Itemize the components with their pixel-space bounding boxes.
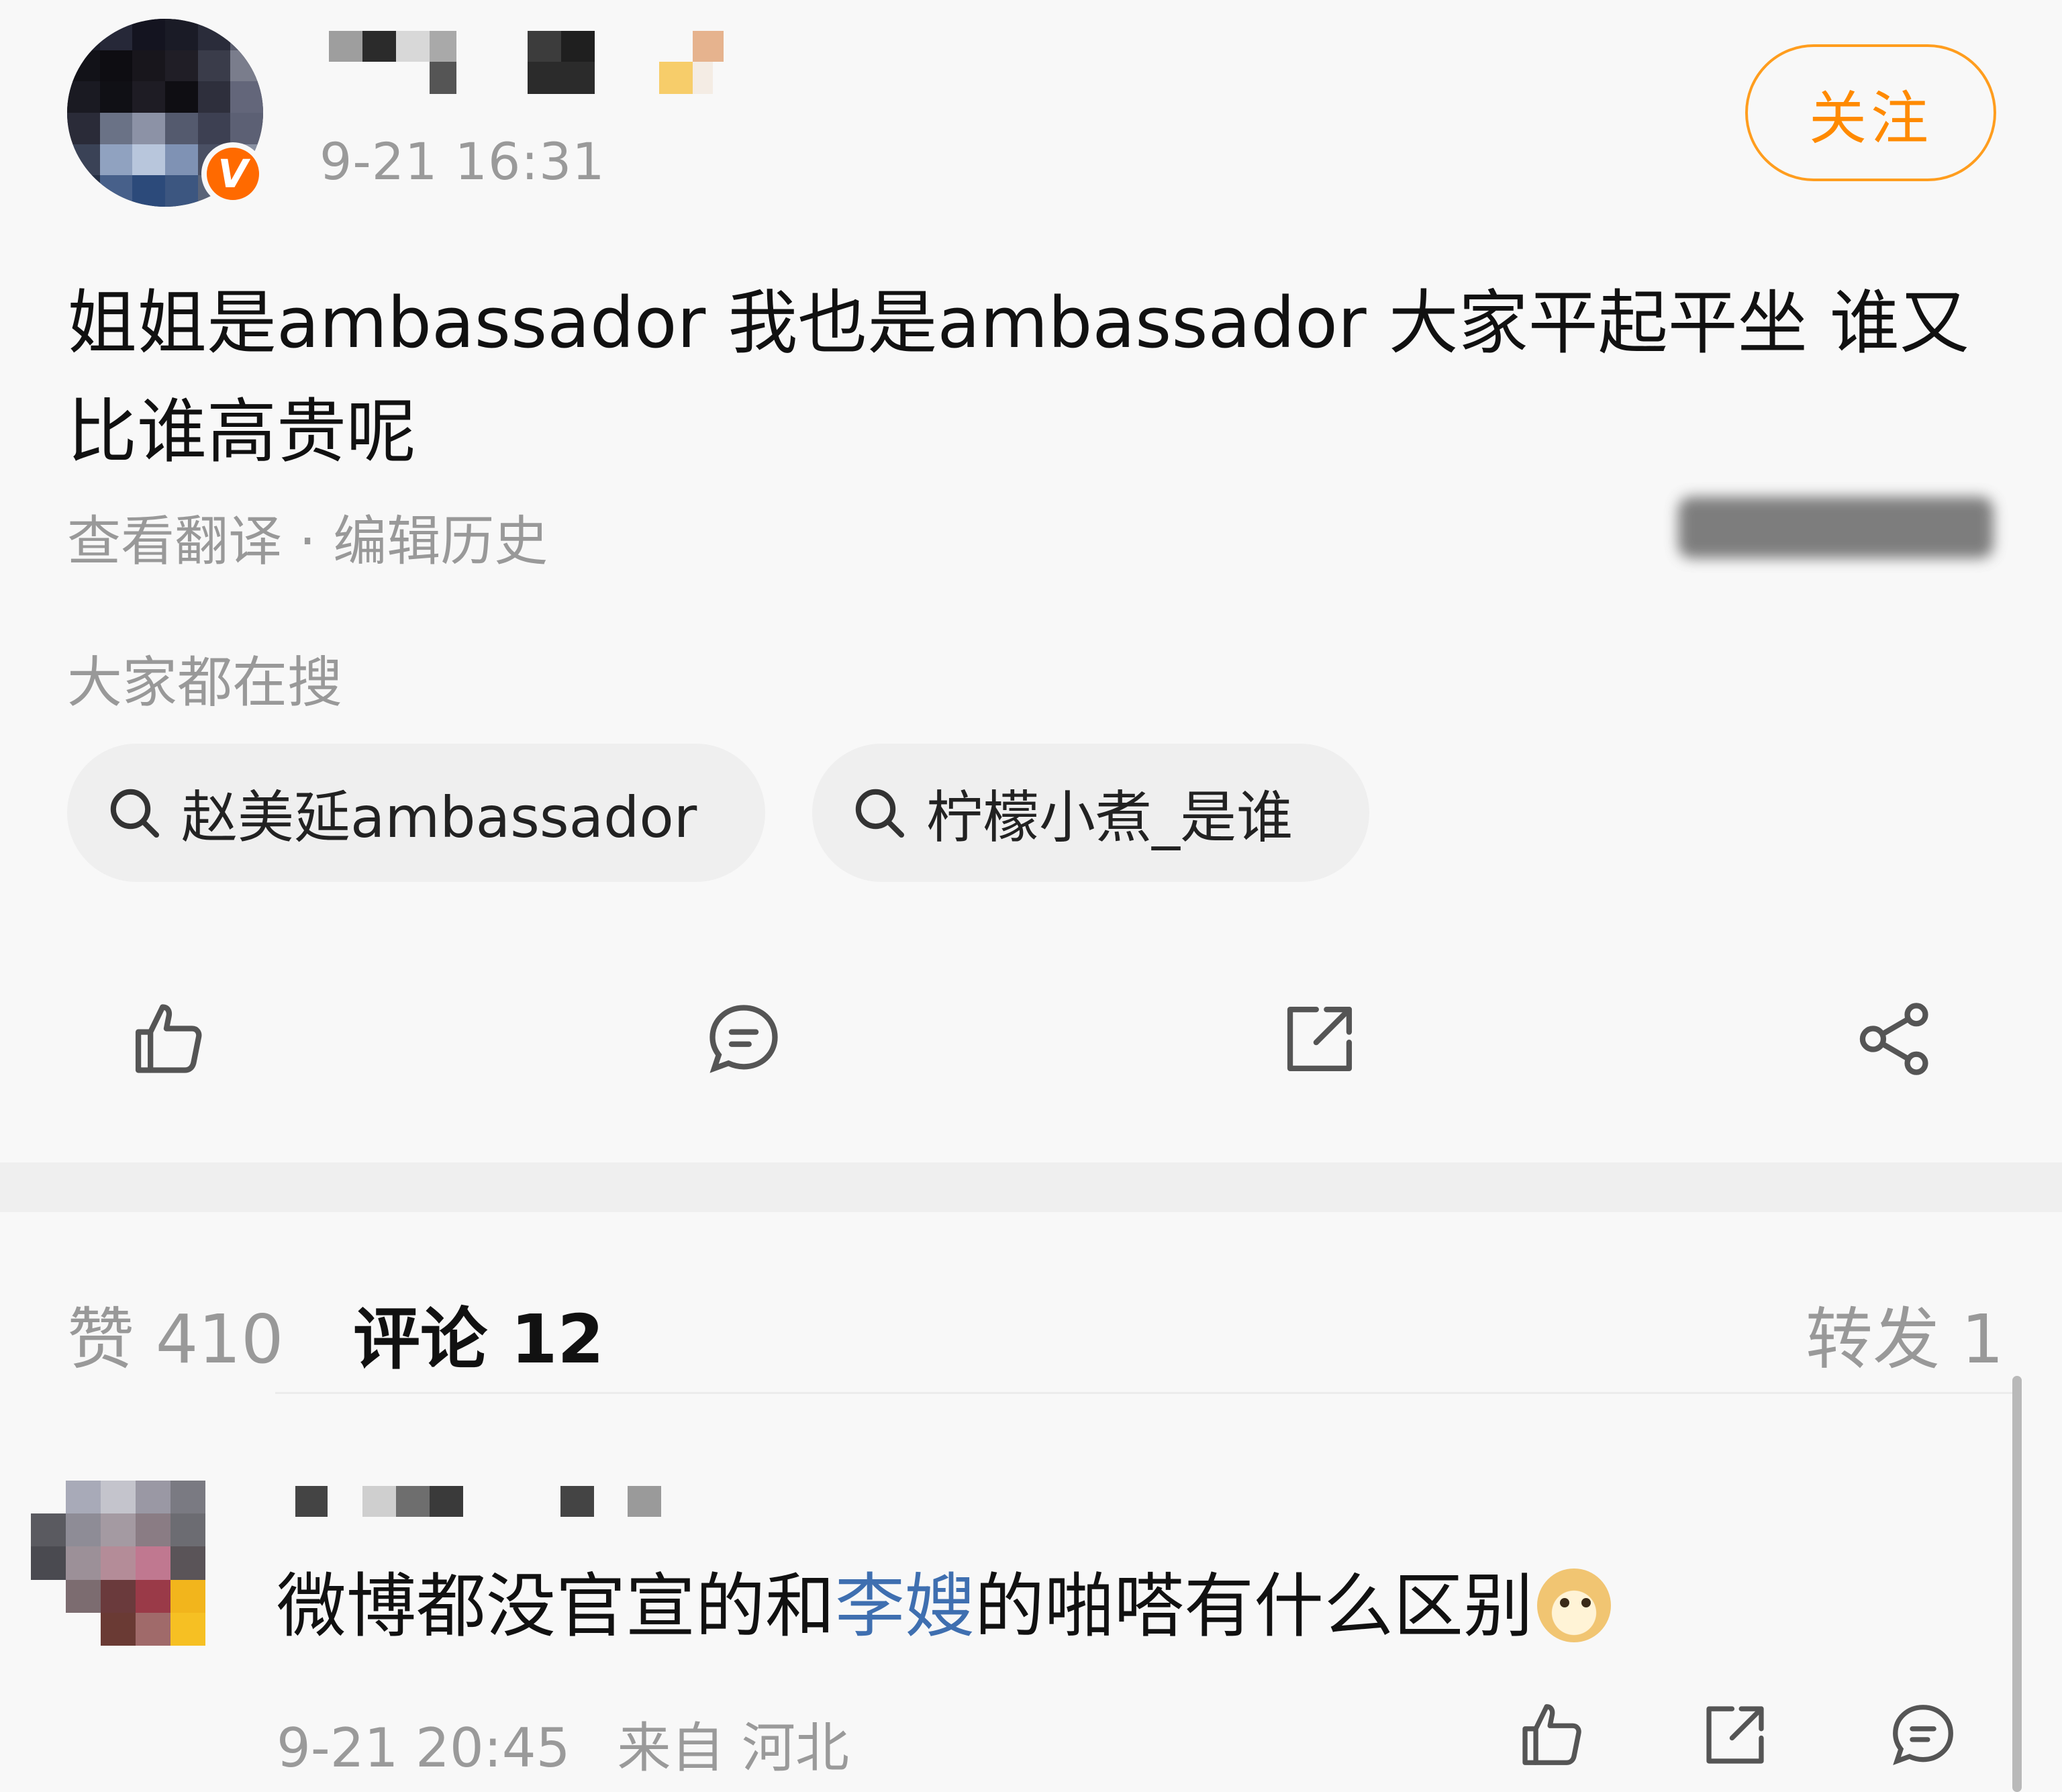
- share-button[interactable]: [1854, 997, 1937, 1081]
- repost-icon: [1706, 1706, 1764, 1764]
- tab-likes[interactable]: 赞 410: [67, 1285, 284, 1382]
- comment-icon: [1893, 1705, 1953, 1766]
- commenter-name-censored[interactable]: [268, 1479, 671, 1520]
- repost-icon: [1287, 1006, 1353, 1072]
- comment-repost-button[interactable]: [1698, 1698, 1772, 1772]
- comment-text: 微博都没官宣的和李嫂的啪嗒有什么区别: [277, 1556, 1612, 1656]
- verified-badge-icon: V: [201, 142, 264, 205]
- trending-title: 大家都在搜: [67, 651, 343, 715]
- post-text: 姐姐是ambassador 我也是ambassador 大家平起平坐 谁又比谁高…: [67, 282, 1969, 472]
- tab-underline-divider: [275, 1392, 2020, 1394]
- trending-chip[interactable]: 柠檬小煮_是谁: [812, 744, 1369, 882]
- post-timestamp: 9-21 16:31: [320, 132, 605, 191]
- like-button[interactable]: [126, 997, 209, 1081]
- meta-separator: ·: [282, 510, 334, 573]
- search-icon: [110, 789, 160, 838]
- tab-comments[interactable]: 评论 12: [353, 1285, 604, 1382]
- blurred-source-label: [1678, 497, 1994, 558]
- scrollbar[interactable]: [2012, 1376, 2022, 1792]
- comment-text-before: 微博都没官宣的和: [277, 1565, 836, 1647]
- post-meta-links: 查看翻译 · 编辑历史: [67, 498, 548, 576]
- comment-button[interactable]: [702, 997, 785, 1081]
- trending-chip-label: 赵美延ambassador: [181, 784, 697, 850]
- author-name-censored[interactable]: [329, 31, 732, 105]
- comment-location: 来自 河北: [617, 1717, 849, 1779]
- repost-button[interactable]: [1278, 997, 1361, 1081]
- comment-reply-button[interactable]: [1886, 1698, 1960, 1772]
- tab-reposts[interactable]: 转发 1: [1806, 1285, 2004, 1382]
- comment-icon: [709, 1005, 778, 1073]
- thumbs-up-icon: [1522, 1704, 1581, 1765]
- search-icon: [855, 789, 905, 838]
- comment-like-button[interactable]: [1514, 1698, 1588, 1772]
- edit-history-link[interactable]: 编辑历史: [333, 510, 548, 573]
- view-translation-link[interactable]: 查看翻译: [67, 510, 282, 573]
- share-icon: [1859, 1003, 1928, 1075]
- trending-chip[interactable]: 赵美延ambassador: [67, 744, 765, 882]
- comment-text-after: 的啪嗒有什么区别: [975, 1565, 1534, 1647]
- commenter-avatar[interactable]: [31, 1481, 205, 1646]
- follow-button[interactable]: 关注: [1745, 44, 1996, 181]
- comment-meta: 9-21 20:45 来自 河北: [277, 1705, 849, 1783]
- thumbs-up-icon: [135, 1004, 202, 1073]
- trending-chip-label: 柠檬小煮_是谁: [926, 784, 1293, 850]
- comment-timestamp: 9-21 20:45: [277, 1717, 571, 1779]
- mention-link[interactable]: 李嫂: [835, 1565, 975, 1647]
- section-divider: [0, 1162, 2062, 1212]
- doge-emoji-icon: [1537, 1569, 1612, 1642]
